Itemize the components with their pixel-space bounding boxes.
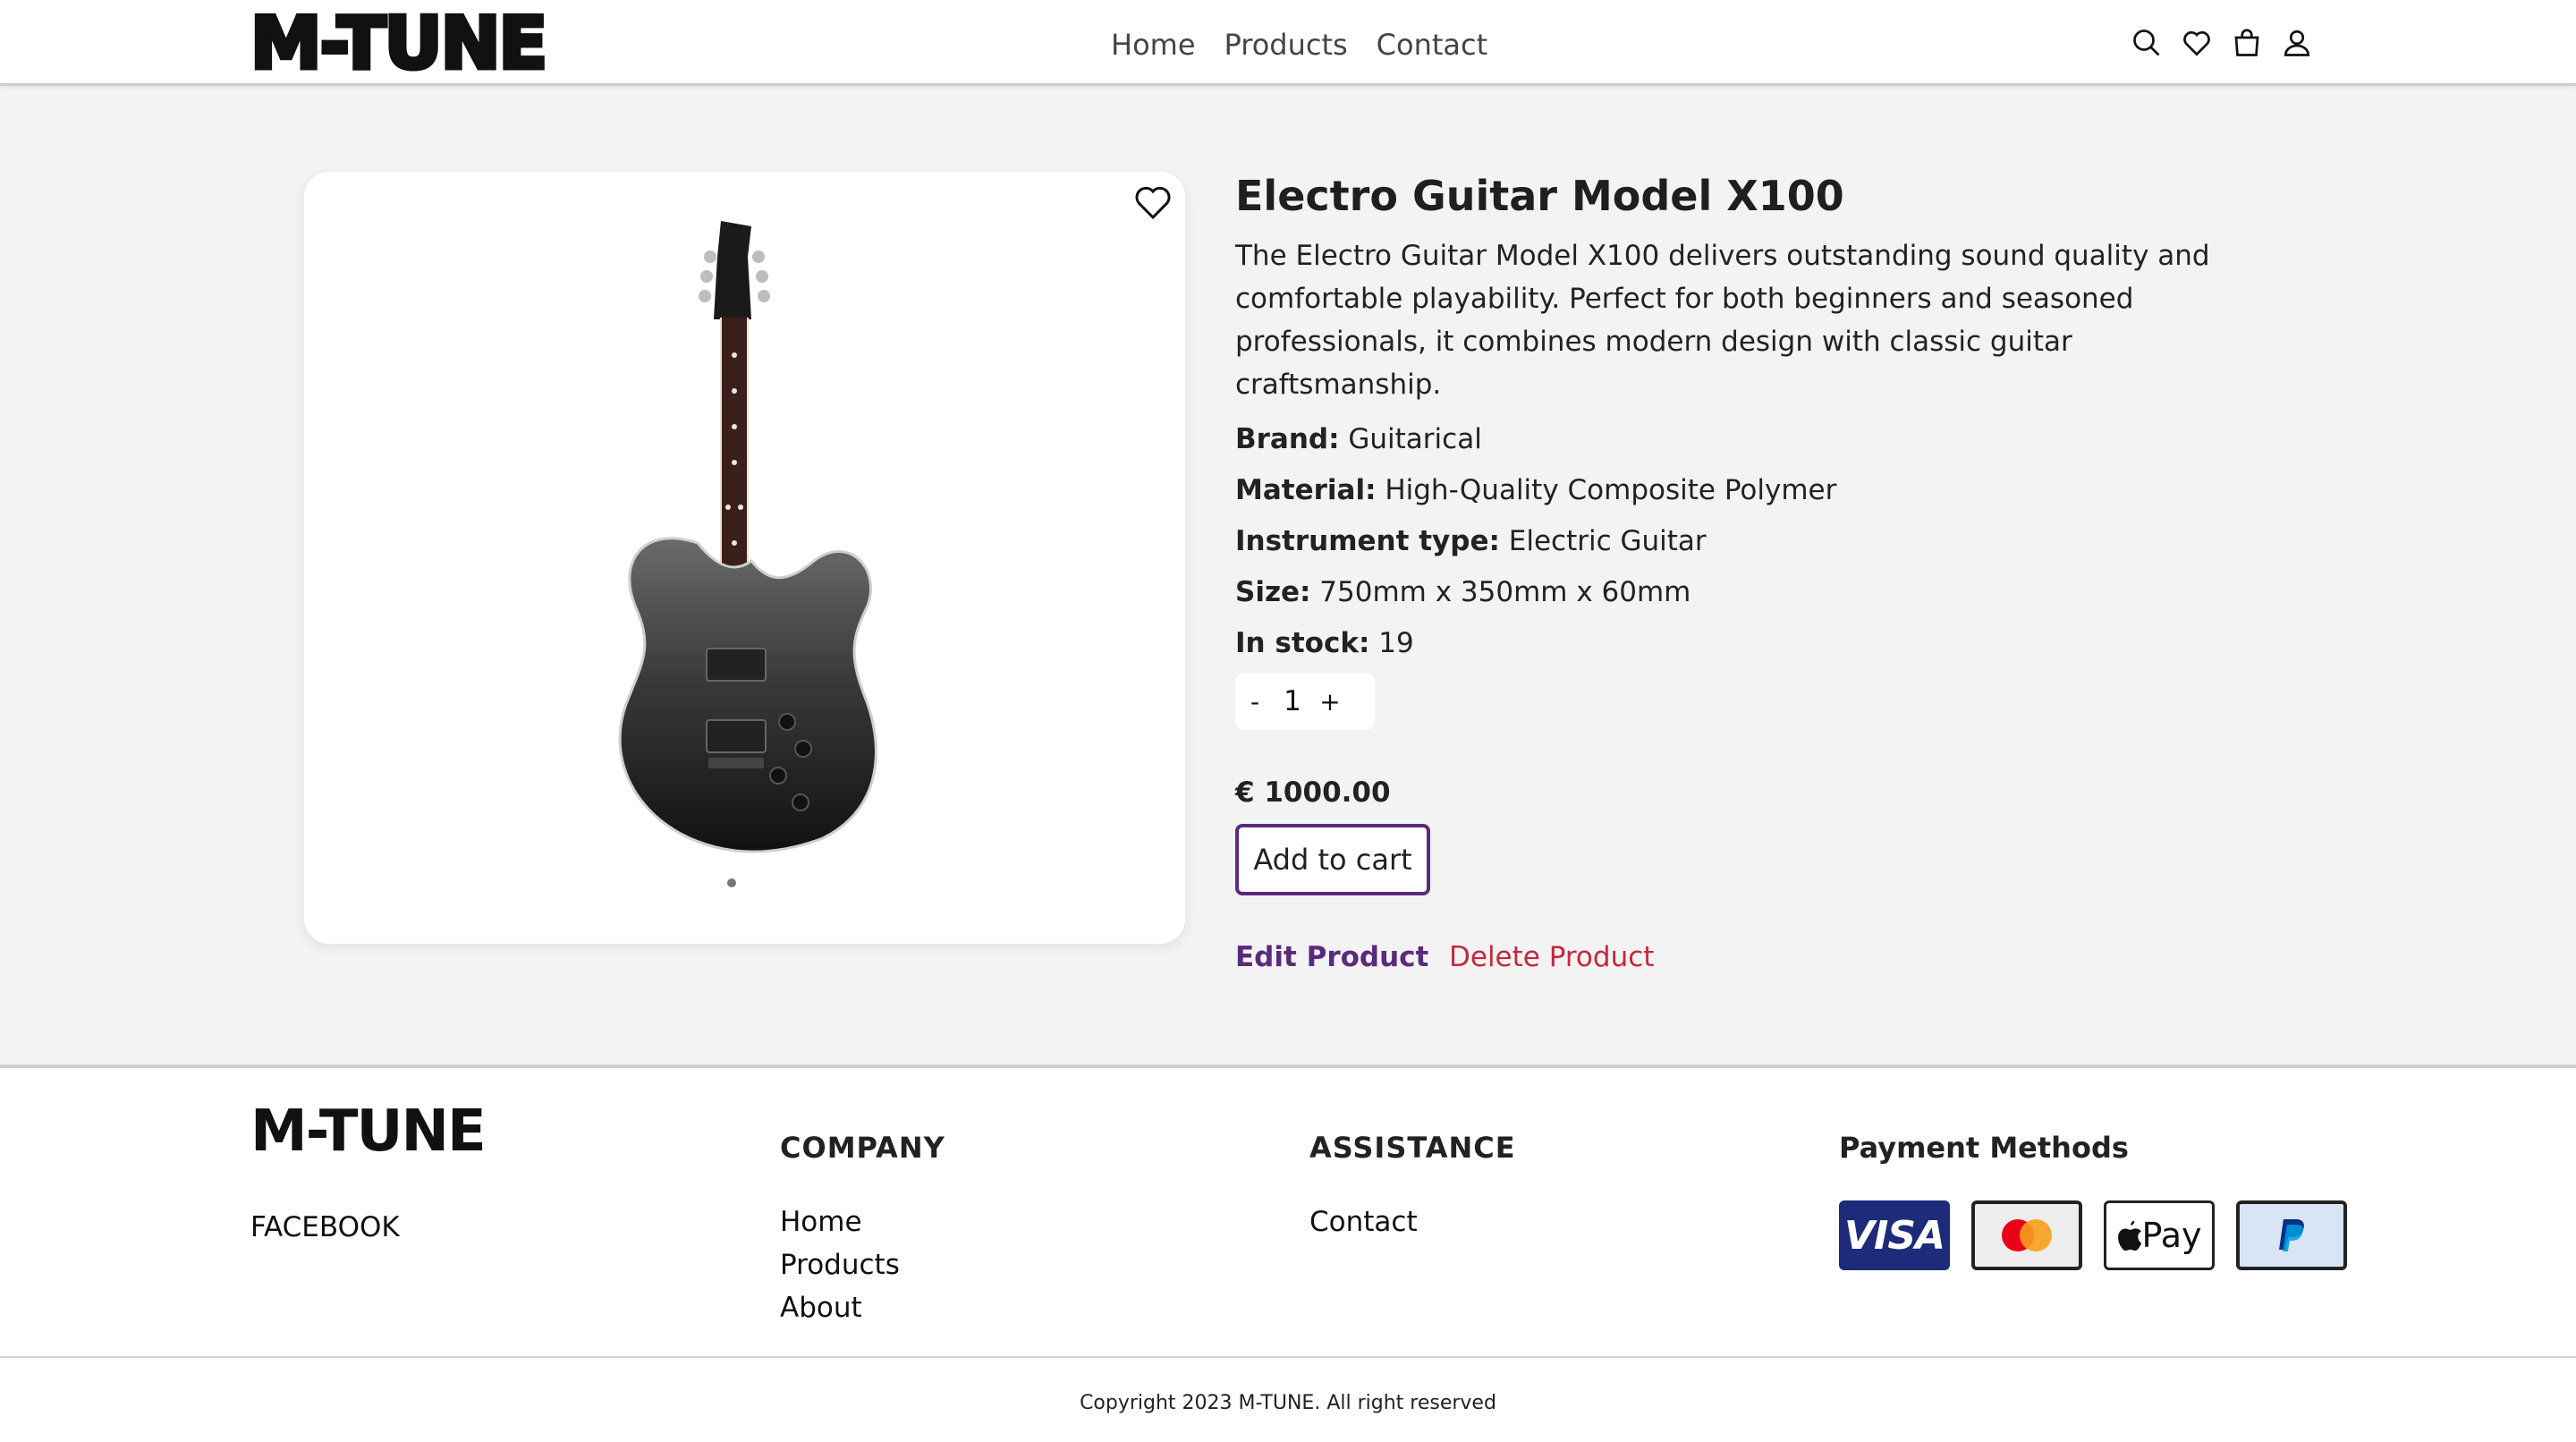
spec-value: Guitarical xyxy=(1348,423,1482,455)
site-footer: M-TUNE FACEBOOK COMPANY Home Products Ab… xyxy=(0,1065,2576,1442)
add-to-cart-button[interactable]: Add to cart xyxy=(1235,824,1430,895)
spec-label: Material: xyxy=(1235,474,1377,506)
footer-link-products[interactable]: Products xyxy=(780,1243,945,1286)
nav-home[interactable]: Home xyxy=(1111,28,1196,62)
footer-payment-title: Payment Methods xyxy=(1839,1131,2129,1165)
footer-link-contact[interactable]: Contact xyxy=(1309,1200,1516,1243)
spec-value: 750mm x 350mm x 60mm xyxy=(1319,576,1691,608)
spec-size: Size: 750mm x 350mm x 60mm xyxy=(1235,574,2246,610)
spec-value: Electric Guitar xyxy=(1508,525,1707,557)
product-price: € 1000.00 xyxy=(1235,776,1391,809)
favorite-heart-icon[interactable] xyxy=(1131,181,1174,224)
heart-icon[interactable] xyxy=(2181,25,2213,61)
footer-assistance-column: ASSISTANCE Contact xyxy=(1309,1131,1516,1243)
product-description: The Electro Guitar Model X100 delivers o… xyxy=(1235,240,2210,401)
footer-link-home[interactable]: Home xyxy=(780,1200,945,1243)
quantity-decrease-button[interactable]: - xyxy=(1235,687,1275,717)
copyright-text: Copyright 2023 M-TUNE. All right reserve… xyxy=(1080,1392,1496,1414)
footer-divider xyxy=(0,1356,2576,1358)
site-logo[interactable]: M-TUNE xyxy=(248,3,549,84)
quantity-stepper: - 1 + xyxy=(1235,673,1375,730)
user-icon[interactable] xyxy=(2281,25,2313,61)
main-nav: Home Products Contact xyxy=(1111,23,1487,66)
search-icon[interactable] xyxy=(2131,25,2163,61)
quantity-value[interactable]: 1 xyxy=(1275,685,1310,717)
product-image-card xyxy=(304,172,1185,944)
shopping-bag-icon[interactable] xyxy=(2231,25,2263,61)
spec-value: High-Quality Composite Polymer xyxy=(1385,474,1837,506)
paypal-icon xyxy=(2236,1200,2347,1270)
footer-company-title: COMPANY xyxy=(780,1131,945,1165)
guitar-image xyxy=(618,221,877,887)
facebook-link[interactable]: FACEBOOK xyxy=(250,1211,400,1243)
spec-label: Size: xyxy=(1235,576,1311,608)
apple-pay-label: Pay xyxy=(2141,1216,2202,1255)
visa-icon: VISA xyxy=(1839,1200,1950,1270)
quantity-increase-button[interactable]: + xyxy=(1310,687,1350,717)
spec-label: In stock: xyxy=(1235,627,1370,659)
footer-payment-column: Payment Methods VISA Pay xyxy=(1839,1131,2347,1270)
product-title: Electro Guitar Model X100 xyxy=(1235,172,1844,220)
spec-brand: Brand: Guitarical xyxy=(1235,421,2246,457)
footer-company-column: COMPANY Home Products About xyxy=(780,1131,945,1329)
footer-assistance-title: ASSISTANCE xyxy=(1309,1131,1516,1165)
nav-products[interactable]: Products xyxy=(1224,28,1348,62)
spec-in-stock: In stock: 19 xyxy=(1235,625,2246,661)
footer-link-about[interactable]: About xyxy=(780,1286,945,1329)
nav-contact[interactable]: Contact xyxy=(1377,28,1488,62)
spec-instrument-type: Instrument type: Electric Guitar xyxy=(1235,523,2246,559)
header-actions xyxy=(2131,25,2313,61)
mastercard-icon xyxy=(1971,1200,2082,1270)
spec-label: Instrument type: xyxy=(1235,525,1500,557)
edit-product-link[interactable]: Edit Product xyxy=(1235,941,1428,973)
apple-pay-icon: Pay xyxy=(2104,1200,2215,1270)
spec-material: Material: High-Quality Composite Polymer xyxy=(1235,472,2246,508)
site-header: M-TUNE Home Products Contact xyxy=(0,0,2576,86)
payment-icons: VISA Pay xyxy=(1839,1200,2347,1270)
product-details: Electro Guitar Model X100 The Electro Gu… xyxy=(1235,168,2246,661)
delete-product-link[interactable]: Delete Product xyxy=(1449,941,1654,973)
footer-logo[interactable]: M-TUNE xyxy=(250,1100,487,1163)
spec-label: Brand: xyxy=(1235,423,1340,455)
spec-value: 19 xyxy=(1378,627,1414,659)
